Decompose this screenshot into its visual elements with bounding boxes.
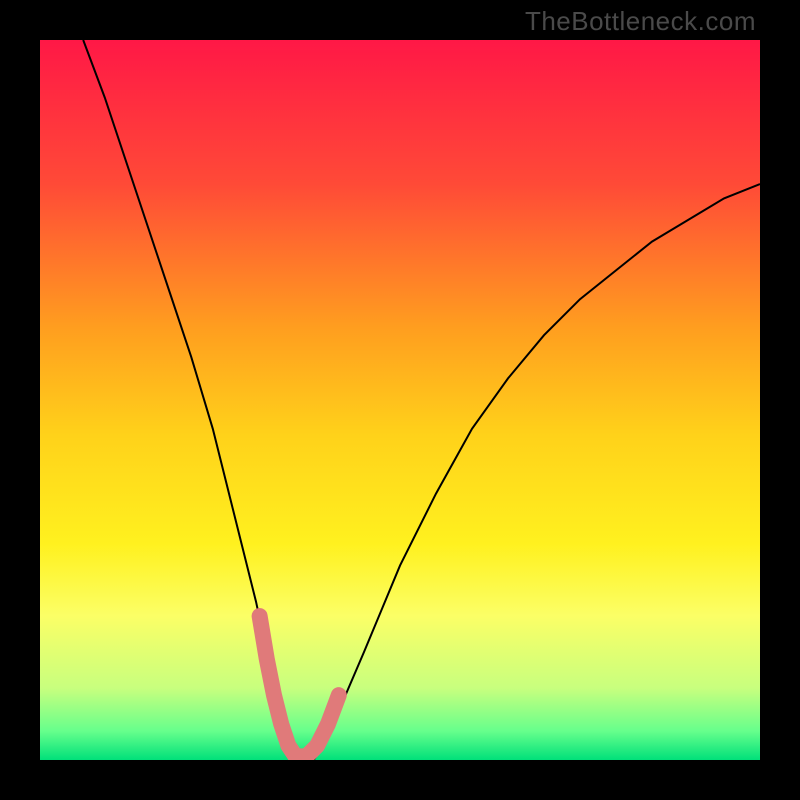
curve-layer (40, 40, 760, 760)
bottleneck-curve (83, 40, 760, 760)
watermark-text: TheBottleneck.com (525, 6, 756, 37)
plot-area (40, 40, 760, 760)
chart-frame: TheBottleneck.com (0, 0, 800, 800)
optimal-band (260, 616, 339, 756)
